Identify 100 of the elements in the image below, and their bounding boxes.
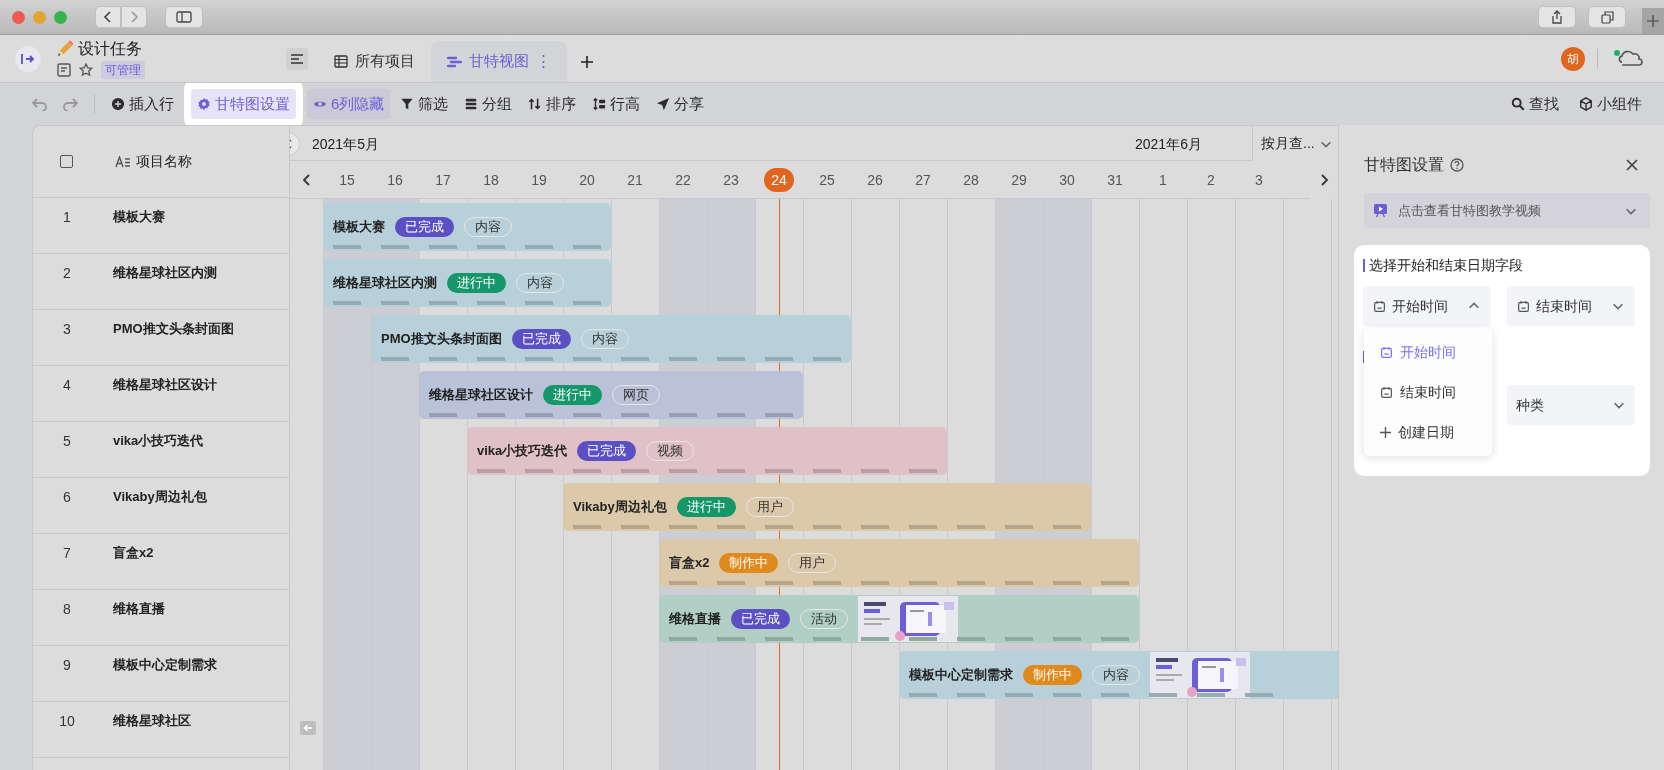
view-select[interactable]: 按月查... <box>1252 126 1338 161</box>
project-name-cell-text: 模板中心定制需求 <box>113 656 217 674</box>
status-tag: 已完成 <box>511 329 571 349</box>
send-icon <box>656 97 671 111</box>
help-icon[interactable] <box>1450 158 1464 172</box>
day-label: 29 <box>1010 171 1028 190</box>
grid-icon <box>334 55 348 68</box>
menu-button[interactable] <box>286 48 308 70</box>
star-icon[interactable] <box>79 62 93 77</box>
calendar-icon <box>1380 385 1393 399</box>
bar-title: 维格星球社区内测 <box>333 274 437 293</box>
close-window-button[interactable] <box>12 10 25 24</box>
bar-title: 盲盒x2 <box>669 554 710 573</box>
column-header[interactable]: 项目名称 <box>136 151 192 172</box>
project-name-cell-text: 维格直播 <box>113 600 165 618</box>
gantt-bar[interactable]: 模板中心定制需求 制作中 内容 <box>899 651 1338 699</box>
menu-item[interactable]: 结束时间 <box>1364 372 1492 412</box>
tutorial-video-link[interactable]: 点击查看甘特图教学视频 <box>1364 193 1650 228</box>
day-label: 22 <box>674 171 692 190</box>
sidebar-icon <box>176 11 192 23</box>
bar-title: 模板大赛 <box>333 218 385 237</box>
toolbar-button[interactable]: 筛选 <box>394 89 455 119</box>
view-tab[interactable]: 所有项目 <box>318 41 431 82</box>
color-field-select[interactable]: 种类 <box>1507 385 1635 425</box>
description-icon[interactable] <box>57 62 71 77</box>
calendar-icon <box>1380 345 1393 359</box>
bar-title: 维格直播 <box>669 610 721 629</box>
gantt-bar[interactable]: 维格星球社区内测 进行中 内容 <box>323 259 611 307</box>
permission-badge: 可管理 <box>101 60 145 79</box>
day-label: 20 <box>578 171 596 190</box>
chevron-right-icon <box>1319 174 1329 186</box>
day-label: 30 <box>1058 171 1076 190</box>
section-title: 选择开始和结束日期字段 <box>1369 256 1523 275</box>
text-field-icon <box>115 155 131 168</box>
gantt-bar[interactable]: 盲盒x2 制作中 用户 <box>659 539 1139 587</box>
gantt-bar[interactable]: Vikaby周边礼包 进行中 用户 <box>563 483 1091 531</box>
toolbar-button[interactable]: 小组件 <box>1573 89 1648 119</box>
pencil-icon <box>57 40 74 57</box>
toolbar-button[interactable]: 分享 <box>650 89 711 119</box>
gantt-bar[interactable]: 维格直播 已完成 活动 <box>659 595 1139 643</box>
close-icon[interactable] <box>1626 159 1638 171</box>
day-label: 1 <box>1158 171 1168 190</box>
gantt-bar[interactable]: 模板大赛 已完成 内容 <box>323 203 611 251</box>
settings-icon <box>197 97 211 111</box>
stack-icon <box>464 97 479 111</box>
status-tag: 已完成 <box>577 441 637 461</box>
toolbar-button[interactable]: 分组 <box>458 89 519 119</box>
row-number: 10 <box>58 712 76 731</box>
new-tab-button[interactable] <box>1642 8 1664 34</box>
sidebar-toggle-button[interactable] <box>15 45 41 72</box>
status-tag: 进行中 <box>447 273 506 293</box>
month-label: 2021年6月 <box>1135 135 1202 154</box>
calendar-icon <box>1373 299 1386 313</box>
toolbar-button[interactable]: 甘特图设置 <box>191 89 296 119</box>
menu-item[interactable]: 开始时间 <box>1364 332 1492 372</box>
day-label: 16 <box>386 171 404 190</box>
project-name-cell-text: PMO推文头条封面图 <box>113 320 234 338</box>
day-label: 19 <box>530 171 548 190</box>
project-name-cell-text: 模板大赛 <box>113 208 165 226</box>
status-tag: 制作中 <box>719 553 779 573</box>
windows-icon <box>1600 10 1614 24</box>
day-label: 18 <box>482 171 500 190</box>
bar-title: 模板中心定制需求 <box>909 666 1013 685</box>
chevron-left-icon <box>103 11 113 23</box>
status-tag: 已完成 <box>395 217 454 237</box>
row-number: 1 <box>62 208 72 227</box>
status-tag: 已完成 <box>731 609 790 629</box>
menu-icon <box>291 54 303 64</box>
share-icon <box>1551 10 1563 24</box>
gantt-bar[interactable]: PMO推文头条封面图 已完成 内容 <box>371 315 851 363</box>
bar-title: PMO推文头条封面图 <box>381 330 502 349</box>
row-number: 7 <box>62 544 72 563</box>
gantt-bar[interactable]: vika小技巧迭代 已完成 视频 <box>467 427 947 475</box>
row-number: 2 <box>62 264 72 283</box>
day-label: 17 <box>434 171 452 190</box>
gantt-bar[interactable]: 维格星球社区设计 进行中 网页 <box>419 371 803 419</box>
gantt-icon <box>447 55 462 68</box>
tabs-button[interactable] <box>1588 6 1626 28</box>
day-label: 31 <box>1106 171 1124 190</box>
status-tag: 制作中 <box>1023 665 1082 685</box>
sidebar-button[interactable] <box>165 6 203 28</box>
menu-item[interactable]: 创建日期 <box>1364 412 1492 452</box>
toolbar-button[interactable]: 排序 <box>522 89 583 119</box>
select-all-checkbox[interactable] <box>60 155 73 168</box>
day-label: 25 <box>818 171 836 190</box>
row-number: 3 <box>62 320 72 339</box>
row-number: 9 <box>62 656 72 675</box>
day-label: 2 <box>1206 171 1216 190</box>
project-name-cell-text: Vikaby周边礼包 <box>113 488 207 506</box>
project-name-cell-text: 维格星球社区设计 <box>113 376 217 394</box>
date-field-select[interactable]: 结束时间 <box>1507 286 1635 326</box>
toolbar-button[interactable]: 行高 <box>586 89 647 119</box>
toolbar-button[interactable]: 插入行 <box>105 89 180 119</box>
chevron-left-icon[interactable] <box>301 174 312 186</box>
share-button[interactable] <box>1538 6 1576 28</box>
project-name-cell-text: 盲盒x2 <box>113 544 154 562</box>
date-field-select[interactable]: 开始时间 <box>1363 286 1491 326</box>
toolbar-button[interactable]: 查找 <box>1505 89 1565 119</box>
back-button[interactable] <box>95 6 121 28</box>
status-tag: 进行中 <box>676 497 736 517</box>
